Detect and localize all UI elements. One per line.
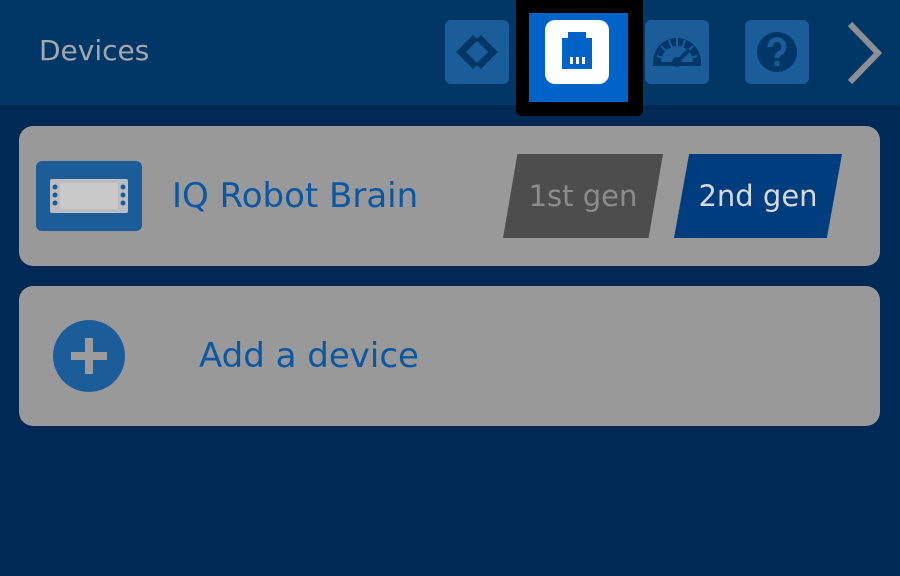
code-icon	[456, 35, 498, 69]
robot-brain-icon	[36, 161, 142, 231]
gen-1st-button[interactable]: 1st gen	[503, 154, 663, 238]
help-icon	[757, 32, 797, 72]
tab-dashboard[interactable]	[645, 20, 709, 84]
add-device-card[interactable]: Add a device	[19, 286, 880, 426]
gen-2nd-label: 2nd gen	[698, 179, 818, 213]
tab-devices-active[interactable]	[516, 0, 643, 116]
plus-circle-icon	[53, 320, 125, 392]
tab-code[interactable]	[445, 20, 509, 84]
page-title: Devices	[39, 34, 150, 67]
active-tab-highlight	[529, 13, 628, 102]
top-bar: Devices	[0, 0, 900, 116]
gen-2nd-button[interactable]: 2nd gen	[674, 154, 842, 238]
add-device-label: Add a device	[199, 336, 419, 376]
tab-help[interactable]	[745, 20, 809, 84]
dashboard-gauge-icon	[653, 38, 701, 67]
tab-devices-icon-box	[545, 20, 609, 84]
device-card-iq-robot-brain[interactable]: IQ Robot Brain 1st gen 2nd gen	[19, 126, 880, 266]
device-name: IQ Robot Brain	[172, 176, 419, 216]
port-icon	[562, 32, 592, 69]
chevron-right-icon[interactable]	[838, 18, 890, 88]
gen-1st-label: 1st gen	[528, 179, 638, 213]
